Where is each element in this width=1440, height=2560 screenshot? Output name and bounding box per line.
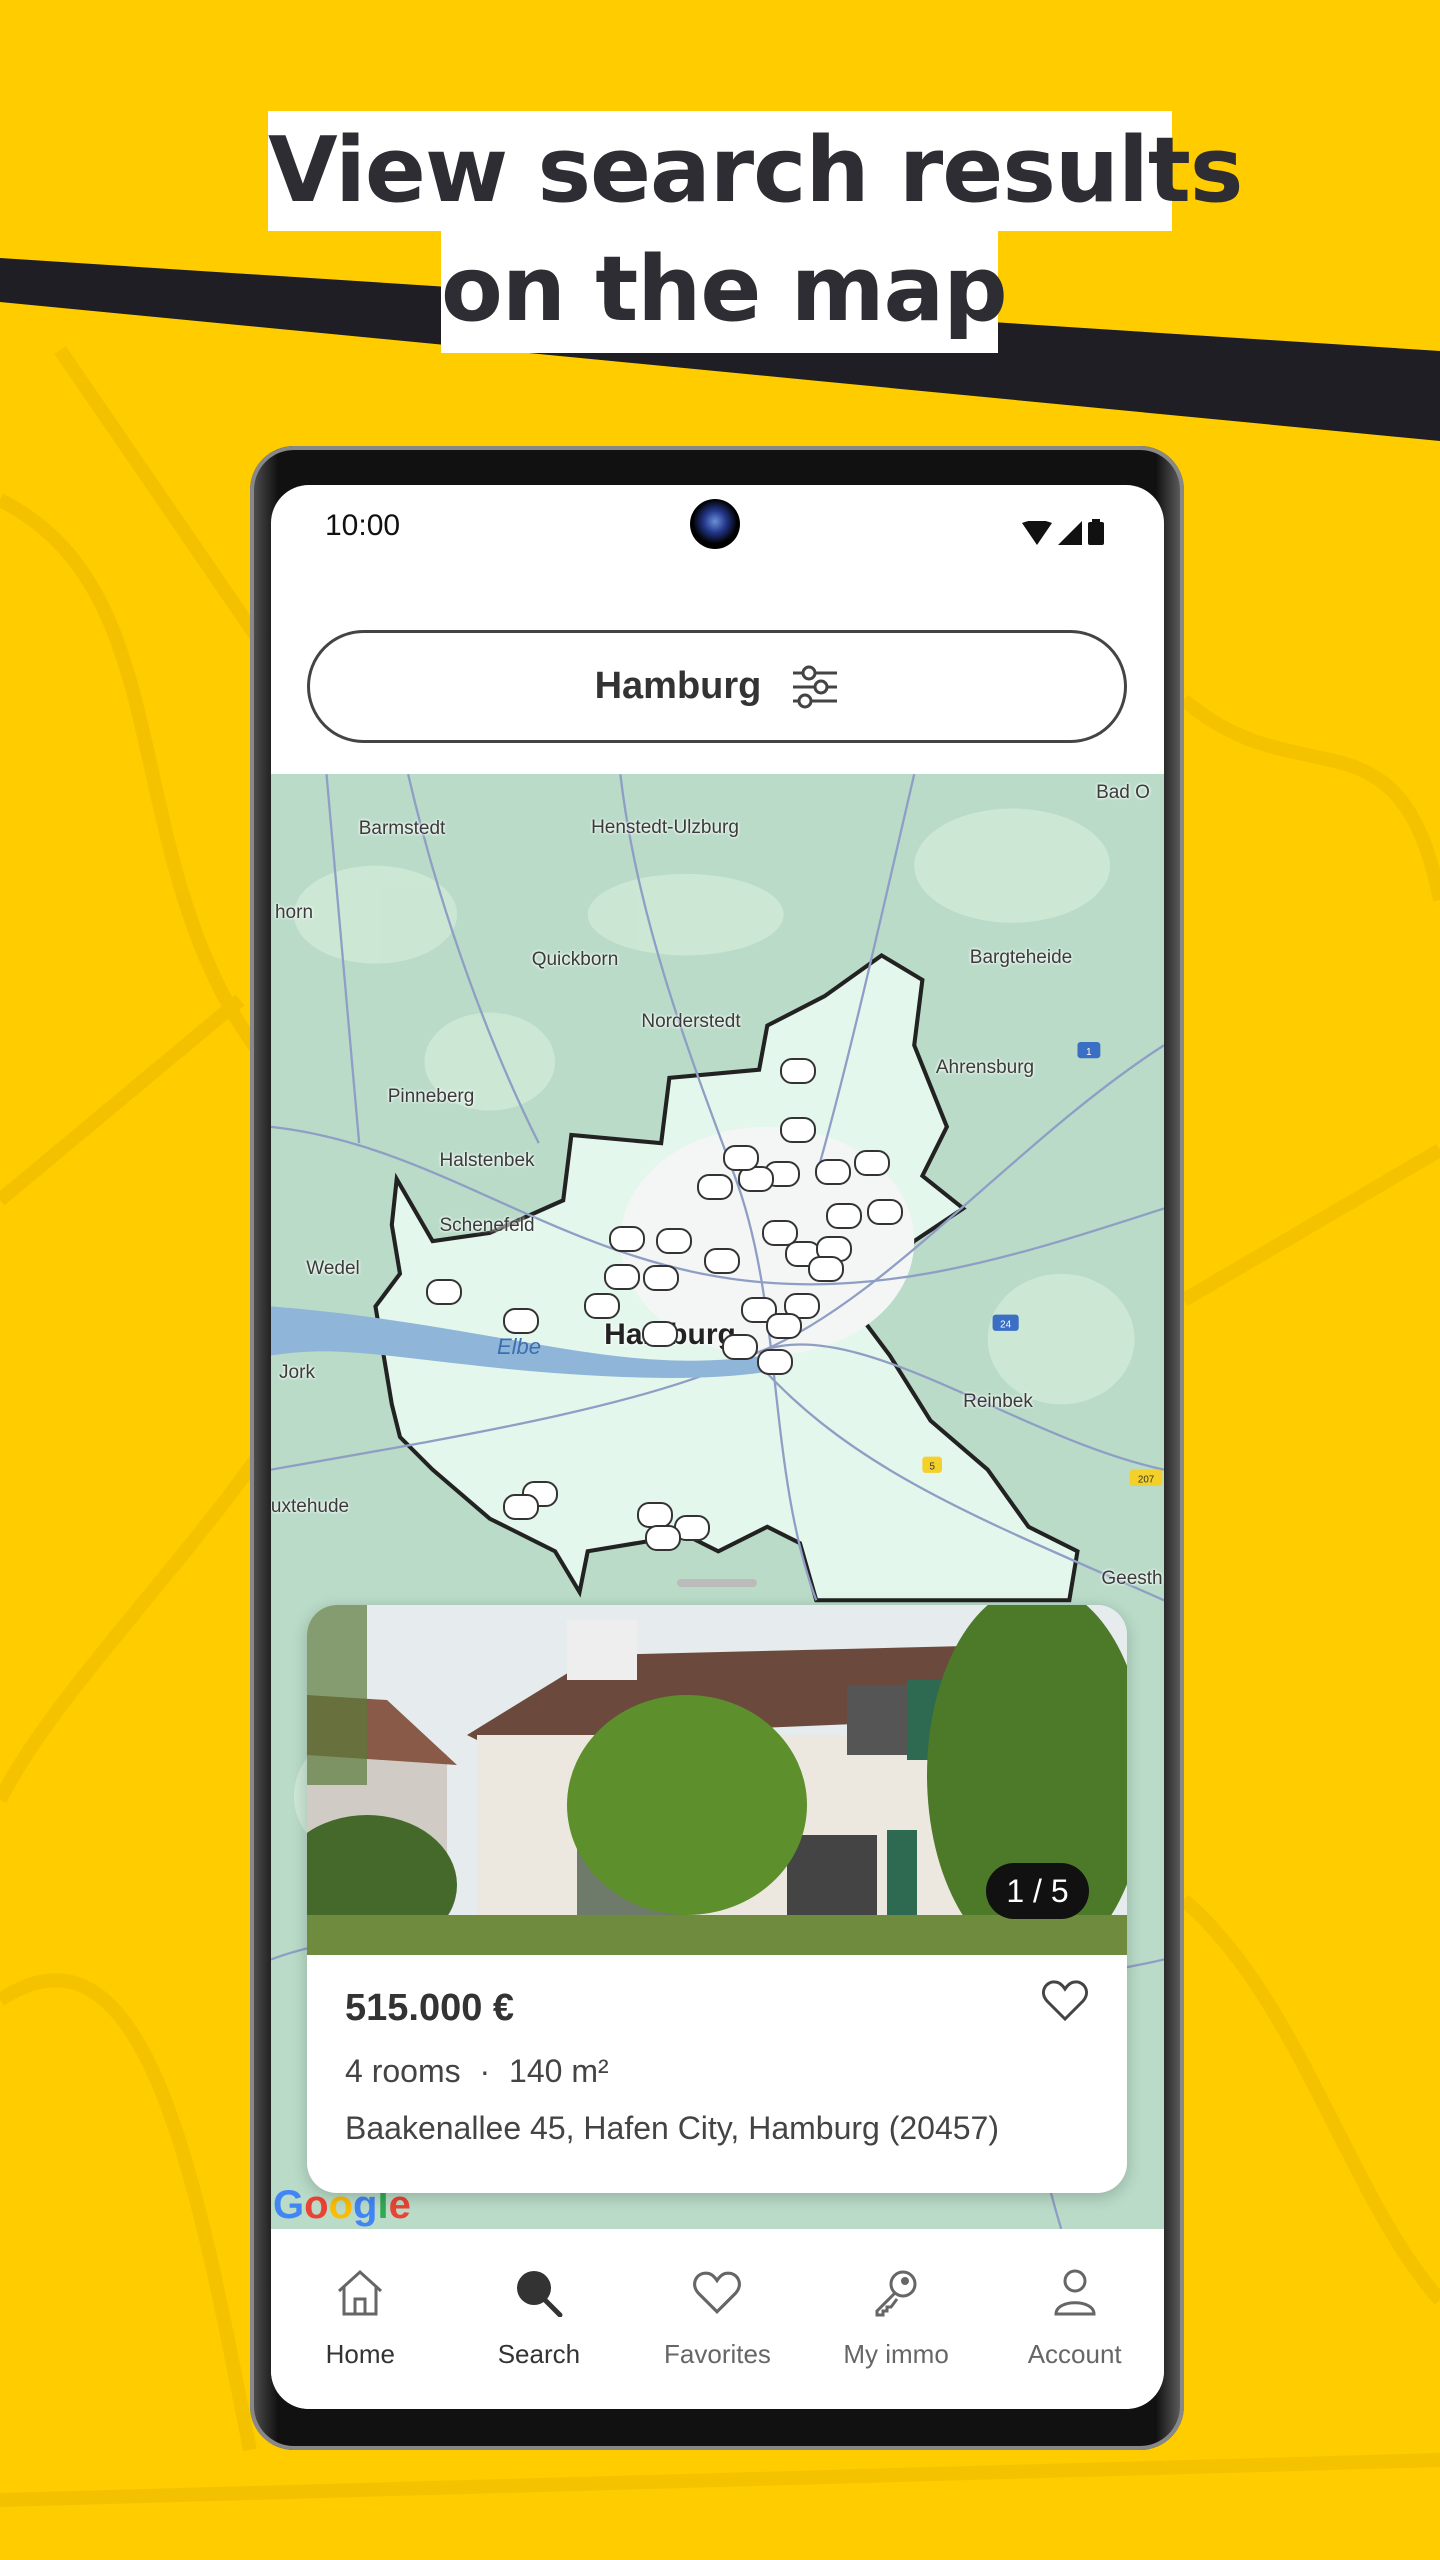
search-icon — [516, 2271, 563, 2317]
listing-area: 140 m² — [509, 2053, 609, 2089]
map-label: Wedel — [306, 1258, 360, 1279]
bottom-navigation: Home Search Favorites My immo Account — [271, 2229, 1164, 2409]
signal-icon — [1058, 521, 1082, 545]
person-icon — [1054, 2269, 1096, 2316]
map-label: Jork — [279, 1362, 315, 1383]
nav-search[interactable]: Search — [450, 2229, 629, 2409]
map-label: Barmstedt — [358, 818, 446, 839]
listing-marker[interactable] — [780, 1058, 817, 1085]
map-label: Ahrensburg — [935, 1057, 1035, 1078]
listing-marker[interactable] — [780, 1116, 817, 1143]
listing-marker[interactable] — [826, 1203, 863, 1230]
map-label: Halstenbek — [439, 1150, 535, 1171]
listing-marker[interactable] — [608, 1226, 645, 1253]
listing-marker[interactable] — [703, 1247, 740, 1274]
nav-label: Account — [1027, 2339, 1122, 2369]
road-shield: 24 — [1000, 1320, 1011, 1331]
listing-marker[interactable] — [643, 1265, 680, 1292]
map-label: Bad O — [1096, 782, 1150, 803]
listing-marker[interactable] — [656, 1227, 693, 1254]
drag-handle[interactable] — [677, 1579, 757, 1587]
listing-marker[interactable] — [721, 1334, 758, 1361]
map-label: Norderstedt — [641, 1011, 741, 1032]
listing-marker[interactable] — [584, 1293, 621, 1320]
nav-my-immo[interactable]: My immo — [807, 2229, 986, 2409]
map-label: horn — [274, 902, 314, 923]
map-label: Quickborn — [531, 949, 619, 970]
map-label: Henstedt-Ulzburg — [591, 817, 739, 838]
listing-marker[interactable] — [723, 1144, 760, 1171]
listing-rooms: 4 rooms — [345, 2053, 461, 2089]
listing-details: 4 rooms · 140 m² — [345, 2053, 609, 2090]
image-counter-badge: 1 / 5 — [986, 1863, 1089, 1919]
location-label: Hamburg — [594, 665, 762, 707]
nav-label: My immo — [843, 2339, 949, 2369]
headline-line-2: on the map — [441, 230, 1008, 353]
headline-line-1: View search results — [268, 111, 1243, 231]
nav-label: Favorites — [664, 2339, 771, 2369]
location-search-button[interactable]: Hamburg — [307, 630, 1127, 743]
status-icons — [1022, 519, 1104, 545]
camera-icon — [690, 499, 740, 549]
details-separator: · — [479, 2053, 491, 2089]
sliders-icon[interactable] — [791, 665, 839, 709]
listing-card[interactable]: 1 / 5 515.000 € 4 rooms · 140 m² Baakena… — [307, 1605, 1127, 2193]
listing-marker[interactable] — [641, 1321, 678, 1347]
listing-marker[interactable] — [604, 1263, 641, 1290]
map-label: Geesth — [1101, 1568, 1163, 1589]
listing-marker[interactable] — [426, 1278, 463, 1305]
listing-marker[interactable] — [757, 1348, 794, 1375]
wifi-icon — [1022, 521, 1052, 545]
listing-photo[interactable]: 1 / 5 — [307, 1605, 1127, 1955]
map-label: Bargteheide — [969, 947, 1073, 968]
listing-marker[interactable] — [502, 1494, 539, 1521]
map-label: uxtehude — [271, 1496, 350, 1517]
road-shield: 207 — [1138, 1475, 1154, 1486]
listing-marker[interactable] — [808, 1255, 845, 1282]
listing-marker[interactable] — [814, 1159, 851, 1186]
nav-home[interactable]: Home — [271, 2229, 450, 2409]
map-label: Reinbek — [963, 1391, 1033, 1412]
nav-label: Search — [497, 2339, 581, 2369]
listing-price: 515.000 € — [345, 1987, 515, 2029]
listing-marker[interactable] — [765, 1312, 802, 1339]
listing-marker[interactable] — [853, 1149, 890, 1176]
road-shield: 1 — [1086, 1047, 1091, 1058]
nav-favorites[interactable]: Favorites — [628, 2229, 807, 2409]
listing-marker[interactable] — [502, 1307, 539, 1334]
map-label: Schenefeld — [439, 1215, 535, 1236]
status-time: 10:00 — [325, 509, 401, 542]
nav-account[interactable]: Account — [985, 2229, 1164, 2409]
map-label-river: Elbe — [496, 1334, 542, 1359]
home-icon — [338, 2269, 383, 2316]
listing-marker[interactable] — [697, 1174, 734, 1201]
nav-label: Home — [325, 2339, 395, 2369]
key-icon — [875, 2270, 917, 2317]
heart-icon — [693, 2271, 742, 2314]
road-shield: 5 — [929, 1462, 935, 1473]
battery-icon — [1088, 519, 1104, 545]
listing-marker[interactable] — [644, 1525, 681, 1552]
listing-address: Baakenallee 45, Hafen City, Hamburg (204… — [345, 2110, 999, 2146]
listing-marker[interactable] — [866, 1198, 903, 1225]
map-label: Pinneberg — [387, 1086, 475, 1107]
phone-screen: 10:00 Hamburg 1 24 5 207 Barmstedt Henst… — [271, 485, 1164, 2409]
heart-outline-icon[interactable] — [1041, 1979, 1089, 2023]
